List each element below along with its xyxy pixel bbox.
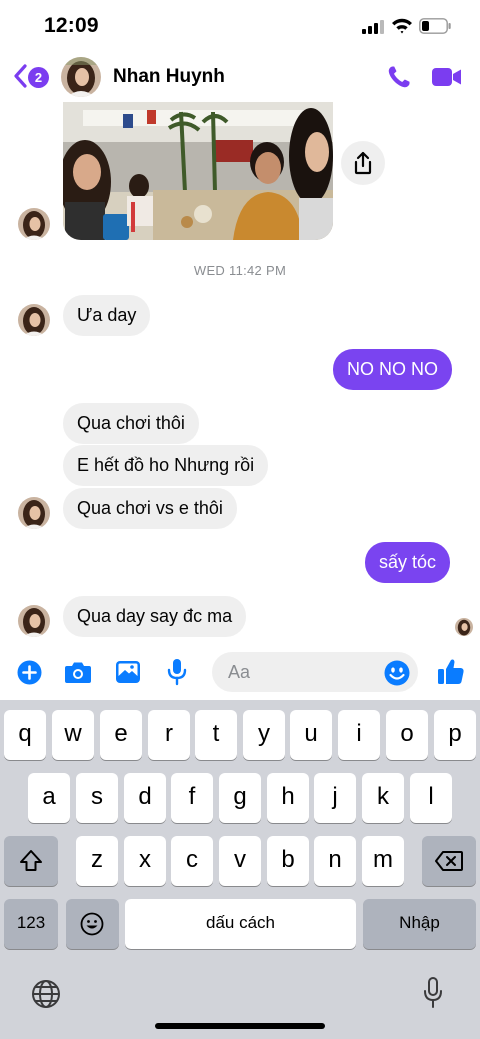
key-n[interactable]: n — [314, 836, 356, 886]
emoji-icon[interactable] — [384, 660, 410, 686]
backspace-icon — [435, 851, 463, 871]
key-x[interactable]: x — [124, 836, 166, 886]
home-indicator — [155, 1023, 325, 1029]
key-g[interactable]: g — [219, 773, 261, 823]
key-e[interactable]: e — [100, 710, 142, 760]
on-screen-keyboard: q w e r t y u i o p a s d f g h j k l z … — [0, 700, 480, 1039]
share-icon — [354, 151, 372, 175]
message-timestamp: WED 11:42 PM — [193, 263, 287, 278]
contact-avatar-small — [18, 497, 50, 529]
microphone-icon[interactable] — [167, 658, 187, 686]
status-time: 12:09 — [44, 14, 99, 37]
key-q[interactable]: q — [4, 710, 46, 760]
seen-indicator-avatar — [455, 618, 473, 636]
camera-icon[interactable] — [64, 660, 92, 684]
contact-avatar-small — [18, 304, 50, 336]
key-p[interactable]: p — [434, 710, 476, 760]
contact-avatar-small — [18, 208, 50, 240]
key-s[interactable]: s — [76, 773, 118, 823]
key-b[interactable]: b — [267, 836, 309, 886]
numbers-key[interactable]: 123 — [4, 899, 58, 949]
unread-badge: 2 — [28, 67, 49, 88]
key-w[interactable]: w — [52, 710, 94, 760]
return-key[interactable]: Nhập — [363, 899, 476, 949]
incoming-message[interactable]: Qua day say đc ma — [63, 596, 247, 637]
battery-icon — [419, 18, 451, 34]
back-chevron-icon[interactable] — [12, 63, 28, 89]
wifi-icon — [392, 18, 412, 34]
signal-icon — [362, 20, 384, 34]
emoji-keyboard-icon — [80, 912, 104, 936]
contact-avatar-small — [18, 605, 50, 637]
share-button[interactable] — [341, 141, 385, 185]
incoming-message[interactable]: Qua chơi vs e thôi — [63, 488, 237, 529]
incoming-message[interactable]: Ưa day — [63, 295, 151, 336]
key-j[interactable]: j — [314, 773, 356, 823]
conversation-header: 2 Nhan Huynh — [0, 54, 480, 102]
key-u[interactable]: u — [290, 710, 332, 760]
key-d[interactable]: d — [124, 773, 166, 823]
key-y[interactable]: y — [243, 710, 285, 760]
thumbs-up-icon[interactable] — [437, 657, 465, 685]
space-key[interactable]: dấu cách — [125, 899, 356, 949]
key-f[interactable]: f — [171, 773, 213, 823]
globe-icon[interactable] — [31, 979, 61, 1009]
backspace-key[interactable] — [422, 836, 476, 886]
phone-icon[interactable] — [386, 64, 412, 90]
key-l[interactable]: l — [410, 773, 452, 823]
outgoing-message[interactable]: sấy tóc — [365, 542, 451, 583]
emoji-keyboard-key[interactable] — [66, 899, 119, 949]
key-i[interactable]: i — [338, 710, 380, 760]
contact-name[interactable]: Nhan Huynh — [113, 66, 225, 88]
key-k[interactable]: k — [362, 773, 404, 823]
photo-message[interactable] — [63, 102, 333, 240]
incoming-message[interactable]: Qua chơi thôi — [63, 403, 199, 444]
dictation-icon[interactable] — [423, 977, 443, 1009]
video-camera-icon[interactable] — [431, 66, 463, 88]
image-icon[interactable] — [115, 660, 141, 684]
key-c[interactable]: c — [171, 836, 213, 886]
shift-icon — [20, 850, 42, 871]
message-composer — [0, 648, 480, 700]
key-m[interactable]: m — [362, 836, 404, 886]
key-r[interactable]: r — [148, 710, 190, 760]
key-o[interactable]: o — [386, 710, 428, 760]
key-t[interactable]: t — [195, 710, 237, 760]
shift-key[interactable] — [4, 836, 58, 886]
plus-icon[interactable] — [17, 660, 42, 685]
contact-avatar[interactable] — [61, 57, 101, 97]
key-z[interactable]: z — [76, 836, 118, 886]
key-a[interactable]: a — [28, 773, 70, 823]
incoming-message[interactable]: E hết đồ ho Nhưng rồi — [63, 445, 269, 486]
status-bar: 12:09 — [0, 0, 480, 54]
key-h[interactable]: h — [267, 773, 309, 823]
outgoing-message[interactable]: NO NO NO — [333, 349, 453, 390]
key-v[interactable]: v — [219, 836, 261, 886]
